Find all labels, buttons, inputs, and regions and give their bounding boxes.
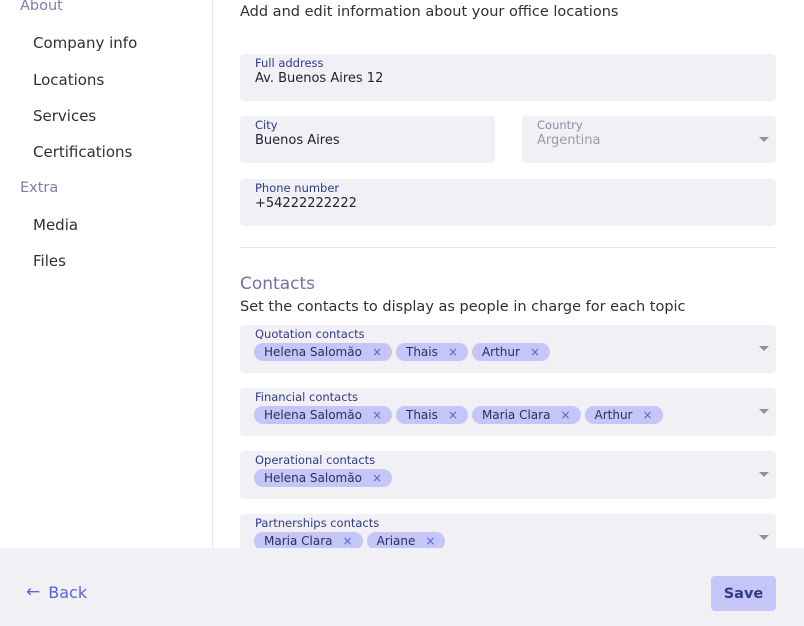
- locations-description: Add and edit information about your offi…: [240, 4, 619, 20]
- quotation-contacts-chips: Helena Salomão × Thais × Arthur ×: [254, 343, 550, 361]
- partnerships-contacts-select[interactable]: Partnerships contacts Maria Clara × Arian…: [240, 514, 776, 548]
- city-field[interactable]: City Buenos Aires: [240, 116, 495, 163]
- remove-chip-icon[interactable]: ×: [643, 409, 653, 421]
- full-address-field[interactable]: Full address Av. Buenos Aires 12: [240, 54, 776, 101]
- financial-contacts-label: Financial contacts: [255, 390, 359, 404]
- country-select[interactable]: Country Argentina: [522, 116, 776, 163]
- remove-chip-icon[interactable]: ×: [425, 535, 435, 547]
- contact-chip: Helena Salomão ×: [254, 343, 392, 361]
- remove-chip-icon[interactable]: ×: [372, 472, 382, 484]
- remove-chip-icon[interactable]: ×: [560, 409, 570, 421]
- contact-chip: Thais ×: [396, 343, 468, 361]
- contact-chip: Maria Clara ×: [254, 532, 363, 548]
- contact-chip-label: Maria Clara: [264, 534, 333, 548]
- section-divider: [240, 247, 776, 248]
- contacts-description: Set the contacts to display as people in…: [240, 299, 686, 315]
- country-label: Country: [537, 118, 583, 132]
- operational-contacts-select[interactable]: Operational contacts Helena Salomão ×: [240, 451, 776, 499]
- contact-chip-label: Arthur: [594, 408, 633, 422]
- remove-chip-icon[interactable]: ×: [530, 346, 540, 358]
- sidebar: About Company info Locations Services Ce…: [0, 0, 213, 548]
- contact-chip: Arthur ×: [471, 343, 550, 361]
- back-button-label: Back: [48, 583, 88, 602]
- remove-chip-icon[interactable]: ×: [448, 346, 458, 358]
- chevron-down-icon[interactable]: [759, 535, 769, 540]
- operational-contacts-label: Operational contacts: [255, 453, 376, 467]
- sidebar-item-services[interactable]: Services: [33, 107, 96, 125]
- phone-number-label: Phone number: [255, 181, 340, 195]
- contact-chip-label: Helena Salomão: [264, 471, 362, 485]
- chevron-down-icon[interactable]: [759, 409, 769, 414]
- remove-chip-icon[interactable]: ×: [448, 409, 458, 421]
- contact-chip: Arthur ×: [584, 406, 663, 424]
- remove-chip-icon[interactable]: ×: [343, 535, 353, 547]
- remove-chip-icon[interactable]: ×: [372, 346, 382, 358]
- full-address-label: Full address: [255, 56, 324, 70]
- partnerships-contacts-label: Partnerships contacts: [255, 516, 380, 530]
- contact-chip-label: Maria Clara: [481, 408, 551, 422]
- sidebar-item-files[interactable]: Files: [33, 252, 66, 270]
- quotation-contacts-label: Quotation contacts: [255, 327, 365, 341]
- chevron-down-icon[interactable]: [759, 346, 769, 351]
- contact-chip: Helena Salomão ×: [254, 406, 392, 424]
- chevron-down-icon[interactable]: [759, 472, 769, 477]
- sidebar-item-media[interactable]: Media: [33, 216, 78, 234]
- city-label: City: [255, 118, 278, 132]
- contact-chip-label: Arthur: [481, 345, 520, 359]
- footer-bar: ← Back Save: [0, 548, 804, 626]
- partnerships-contacts-chips: Maria Clara × Ariane ×: [254, 532, 446, 548]
- save-button[interactable]: Save: [711, 576, 776, 611]
- sidebar-section-about: About: [20, 0, 63, 14]
- sidebar-item-locations[interactable]: Locations: [33, 71, 104, 89]
- phone-number-field[interactable]: Phone number +54222222222: [240, 179, 776, 226]
- contact-chip-label: Thais: [406, 408, 438, 422]
- financial-contacts-select[interactable]: Financial contacts Helena Salomão × Thais…: [240, 388, 776, 436]
- contacts-heading: Contacts: [240, 274, 315, 294]
- city-value[interactable]: Buenos Aires: [255, 133, 340, 148]
- contact-chip-label: Helena Salomão: [264, 408, 362, 422]
- sidebar-item-certifications[interactable]: Certifications: [33, 143, 132, 161]
- contact-chip: Thais ×: [396, 406, 468, 424]
- arrow-left-icon: ←: [26, 582, 41, 602]
- phone-number-value[interactable]: +54222222222: [255, 196, 357, 211]
- contact-chip: Ariane ×: [366, 532, 446, 548]
- back-button[interactable]: ← Back: [26, 583, 87, 602]
- quotation-contacts-select[interactable]: Quotation contacts Helena Salomão × Thais…: [240, 325, 776, 373]
- chevron-down-icon[interactable]: [759, 137, 769, 142]
- contact-chip: Maria Clara ×: [471, 406, 581, 424]
- financial-contacts-chips: Helena Salomão × Thais × Maria Clara × Arth…: [254, 406, 663, 424]
- contact-chip: Helena Salomão ×: [254, 469, 392, 487]
- operational-contacts-chips: Helena Salomão ×: [254, 469, 392, 487]
- remove-chip-icon[interactable]: ×: [372, 409, 382, 421]
- country-value: Argentina: [537, 133, 601, 148]
- contact-chip-label: Helena Salomão: [264, 345, 362, 359]
- contact-chip-label: Ariane: [376, 534, 416, 548]
- full-address-value[interactable]: Av. Buenos Aires 12: [255, 71, 383, 86]
- sidebar-section-extra: Extra: [20, 180, 59, 196]
- main-content: Add and edit information about your offi…: [214, 0, 804, 548]
- contact-chip-label: Thais: [406, 345, 438, 359]
- sidebar-item-company-info[interactable]: Company info: [33, 34, 137, 52]
